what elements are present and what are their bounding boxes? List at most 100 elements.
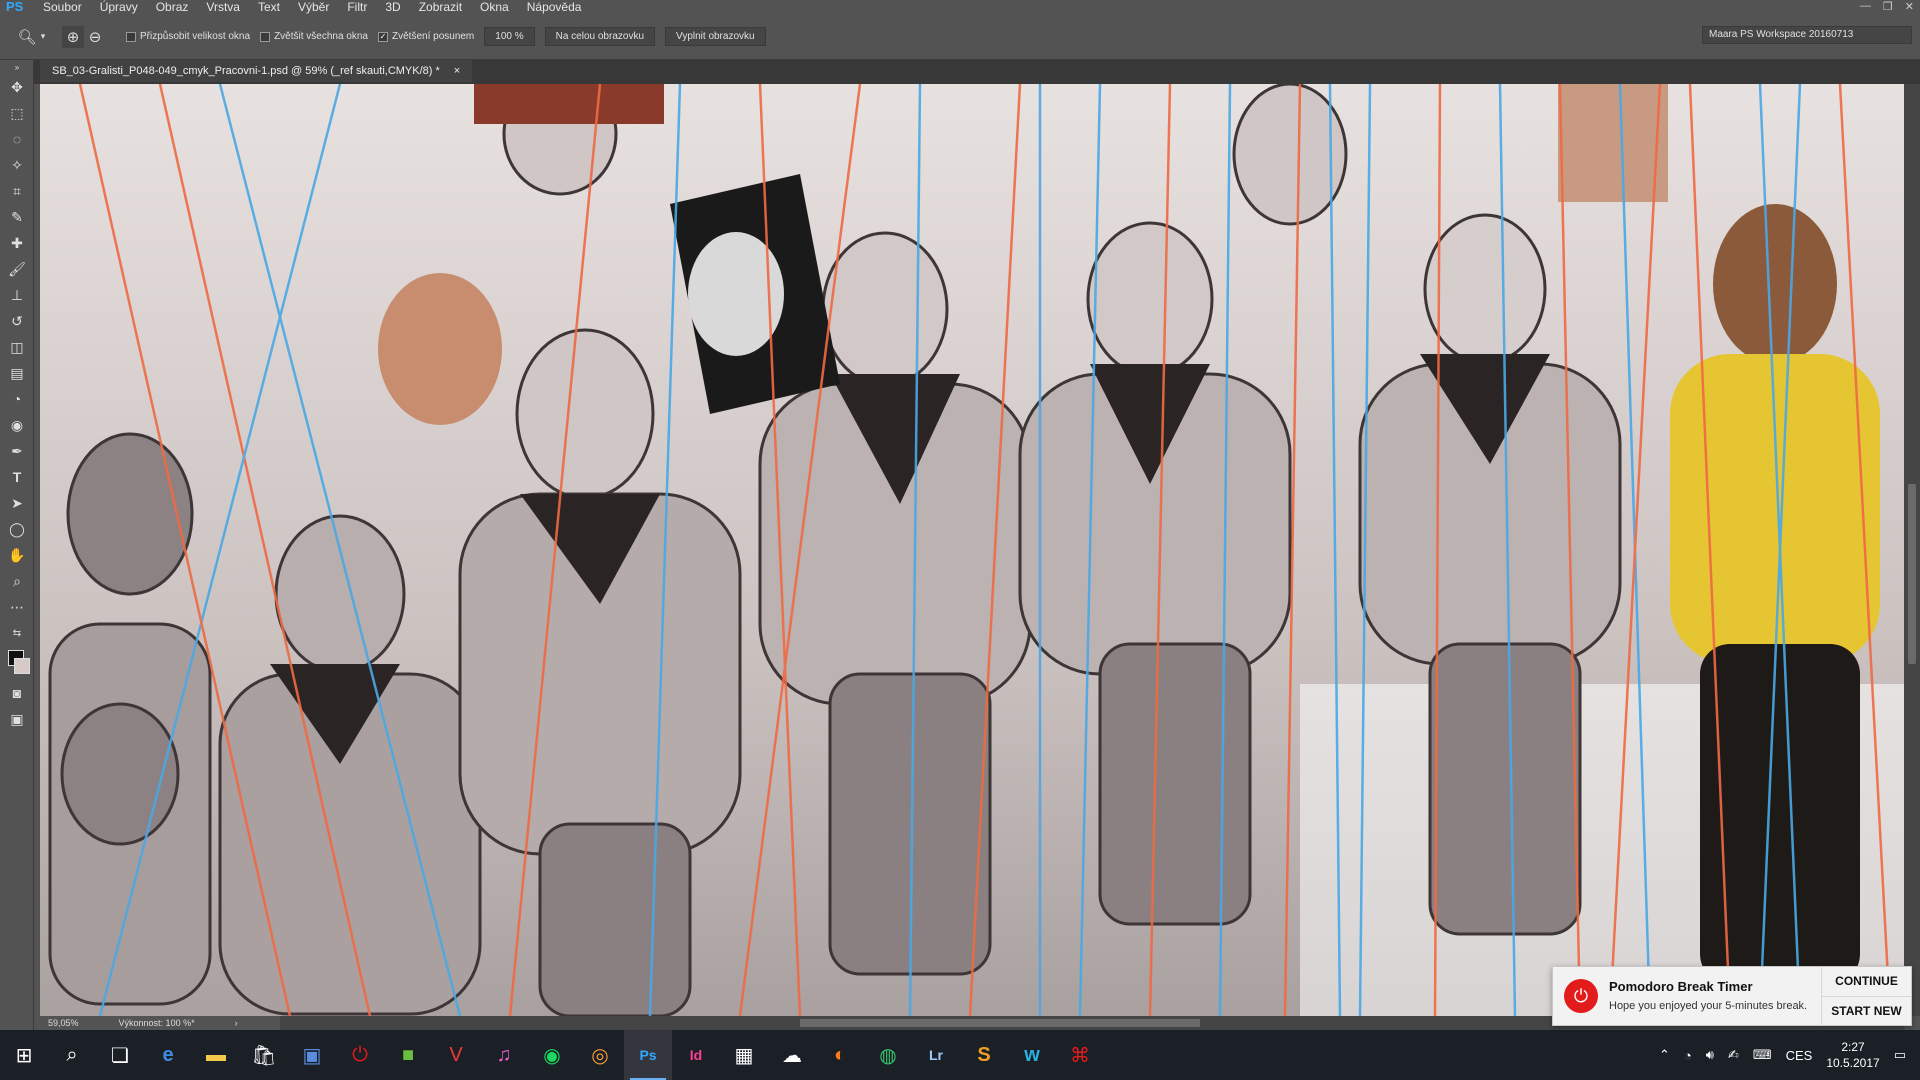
stamp-tool-icon[interactable]: ⊥ <box>0 282 34 308</box>
photo-ref-top <box>474 84 664 124</box>
weather-icon[interactable]: ☁ <box>768 1030 816 1080</box>
eyedropper-icon[interactable]: ✎ <box>0 204 34 230</box>
volume-icon[interactable]: 🔊︎ <box>1706 1047 1714 1063</box>
continue-button[interactable]: CONTINUE <box>1822 967 1911 997</box>
menu-vyber[interactable]: Výběr <box>289 0 338 14</box>
zoom-all-checkbox[interactable]: Zvětšit všechna okna <box>260 31 368 42</box>
edge-browser-icon[interactable]: e <box>144 1030 192 1080</box>
menu-3d[interactable]: 3D <box>376 0 409 14</box>
zoom-tool-icon[interactable]: 🔍︎ <box>16 26 38 48</box>
zoom-in-icon[interactable]: ⊕ <box>62 25 84 48</box>
task-view-icon[interactable]: ❏ <box>96 1030 144 1080</box>
globe-app-icon[interactable]: ◍ <box>864 1030 912 1080</box>
power-icon: ⏻ <box>1564 979 1598 1013</box>
document-canvas[interactable] <box>40 84 1904 1016</box>
collapse-icon[interactable]: » <box>0 60 34 74</box>
restore-icon[interactable]: ❐ <box>1883 0 1893 14</box>
checkbox-box <box>260 31 271 42</box>
indesign-icon[interactable]: Id <box>672 1030 720 1080</box>
gradient-tool-icon[interactable]: ▤ <box>0 360 34 386</box>
zoom-level[interactable]: 59,05% <box>48 1016 79 1030</box>
w-app-icon[interactable]: w <box>1008 1030 1056 1080</box>
close-icon[interactable]: ✕ <box>1905 0 1914 14</box>
sketchbook-icon[interactable]: S <box>960 1030 1008 1080</box>
hand-tool-icon[interactable]: ✋ <box>0 542 34 568</box>
menu-text[interactable]: Text <box>249 0 289 14</box>
horizontal-scroll-thumb[interactable] <box>800 1019 1200 1027</box>
menu-okna[interactable]: Okna <box>471 0 518 14</box>
magic-wand-icon[interactable]: ✧ <box>0 152 34 178</box>
network-icon[interactable]: ◔ <box>1684 1048 1692 1063</box>
crop-tool-icon[interactable]: ⌗ <box>0 178 34 204</box>
head-2 <box>274 514 406 674</box>
menu-zobrazit[interactable]: Zobrazit <box>410 0 471 14</box>
fit-screen-button[interactable]: Na celou obrazovku <box>544 27 656 46</box>
power-app-icon[interactable]: ⏻ <box>336 1030 384 1080</box>
path-selection-icon[interactable]: ➤ <box>0 490 34 516</box>
keyboard-icon[interactable]: ⌨ <box>1753 1047 1772 1063</box>
eye-app-icon[interactable]: ◎ <box>576 1030 624 1080</box>
green-app-icon[interactable]: ■ <box>384 1030 432 1080</box>
tab-close-icon[interactable]: × <box>454 60 460 82</box>
photoshop-taskbar-icon[interactable]: Ps <box>624 1030 672 1080</box>
pen-icon[interactable]: ✍ <box>1728 1047 1739 1063</box>
chevron-down-icon[interactable]: ▾ <box>38 26 48 48</box>
healing-brush-icon[interactable]: ✚ <box>0 230 34 256</box>
swap-colors-icon[interactable]: ⇆ <box>0 620 34 646</box>
screen-mode-icon[interactable]: ▣ <box>0 706 34 732</box>
ellipse-tool-icon[interactable]: ◯ <box>0 516 34 542</box>
chevron-up-icon[interactable]: ⌃ <box>1659 1047 1670 1063</box>
save-disk-icon[interactable]: ▣ <box>288 1030 336 1080</box>
vivaldi-icon[interactable]: V <box>432 1030 480 1080</box>
more-tools-icon[interactable]: ⋯ <box>0 594 34 620</box>
document-tab[interactable]: SB_03-Gralisti_P048-049_cmyk_Pracovni-1.… <box>40 60 473 82</box>
zoom-out-icon[interactable]: ⊖ <box>84 26 106 48</box>
window-controls: — ❐ ✕ <box>1860 0 1914 14</box>
minimize-icon[interactable]: — <box>1860 0 1871 14</box>
fill-screen-button[interactable]: Vyplnit obrazovku <box>665 27 766 46</box>
store-icon[interactable]: 🛍︎ <box>240 1030 288 1080</box>
menu-napoveda[interactable]: Nápověda <box>518 0 591 14</box>
lightroom-icon[interactable]: Lr <box>912 1030 960 1080</box>
background-color-swatch[interactable] <box>14 658 30 674</box>
color-swatches[interactable] <box>0 646 34 680</box>
scrubby-zoom-checkbox[interactable]: ✓ Zvětšení posunem <box>378 31 474 42</box>
zoom-100-button[interactable]: 100 % <box>484 27 535 46</box>
language-indicator[interactable]: CES <box>1786 1048 1813 1063</box>
status-arrow-icon[interactable]: › <box>235 1016 238 1030</box>
pen-tool-icon[interactable]: ✒ <box>0 438 34 464</box>
itunes-icon[interactable]: ♫ <box>480 1030 528 1080</box>
fit-window-checkbox[interactable]: Přizpůsobit velikost okna <box>126 31 250 42</box>
move-tool-icon[interactable]: ✥ <box>0 74 34 100</box>
menu-vrstva[interactable]: Vrstva <box>197 0 249 14</box>
zoom-tool-icon[interactable]: ⌕ <box>0 568 34 594</box>
search-icon[interactable]: ⌕ <box>48 1030 96 1080</box>
spotify-icon[interactable]: ◉ <box>528 1030 576 1080</box>
eraser-tool-icon[interactable]: ◫ <box>0 334 34 360</box>
marquee-tool-icon[interactable]: ⬚ <box>0 100 34 126</box>
lasso-tool-icon[interactable]: ◌ <box>0 126 34 152</box>
vertical-scroll-thumb[interactable] <box>1908 484 1916 664</box>
vertical-scrollbar[interactable] <box>1904 84 1920 1016</box>
menu-obraz[interactable]: Obraz <box>147 0 198 14</box>
clock[interactable]: 2:27 10.5.2017 <box>1826 1039 1879 1071</box>
menu-bar: PS Soubor Úpravy Obraz Vrstva Text Výběr… <box>0 0 1920 14</box>
system-tray: ⌃ ◔ 🔊︎ ✍ ⌨ CES 2:27 10.5.2017 ▭ <box>1659 1030 1920 1080</box>
menu-upravy[interactable]: Úpravy <box>91 0 147 14</box>
file-explorer-icon[interactable]: ▬ <box>192 1030 240 1080</box>
menu-soubor[interactable]: Soubor <box>34 0 91 14</box>
workspace-select[interactable]: Maara PS Workspace 20160713 <box>1702 26 1912 44</box>
start-new-button[interactable]: START NEW <box>1822 997 1911 1026</box>
type-tool-icon[interactable]: T <box>0 464 34 490</box>
acrobat-icon[interactable]: ⌘ <box>1056 1030 1104 1080</box>
notifications-icon[interactable]: ▭ <box>1894 1047 1906 1063</box>
blur-tool-icon[interactable]: ◔ <box>0 386 34 412</box>
quick-mask-icon[interactable]: ◙ <box>0 680 34 706</box>
menu-filtr[interactable]: Filtr <box>338 0 376 14</box>
brush-tool-icon[interactable]: 🖌︎ <box>0 256 34 282</box>
windows-start-icon[interactable]: ⊞ <box>0 1030 48 1080</box>
dodge-tool-icon[interactable]: ◉ <box>0 412 34 438</box>
history-brush-icon[interactable]: ↺ <box>0 308 34 334</box>
firefox-icon[interactable]: ◐ <box>816 1030 864 1080</box>
calculator-icon[interactable]: ▦ <box>720 1030 768 1080</box>
